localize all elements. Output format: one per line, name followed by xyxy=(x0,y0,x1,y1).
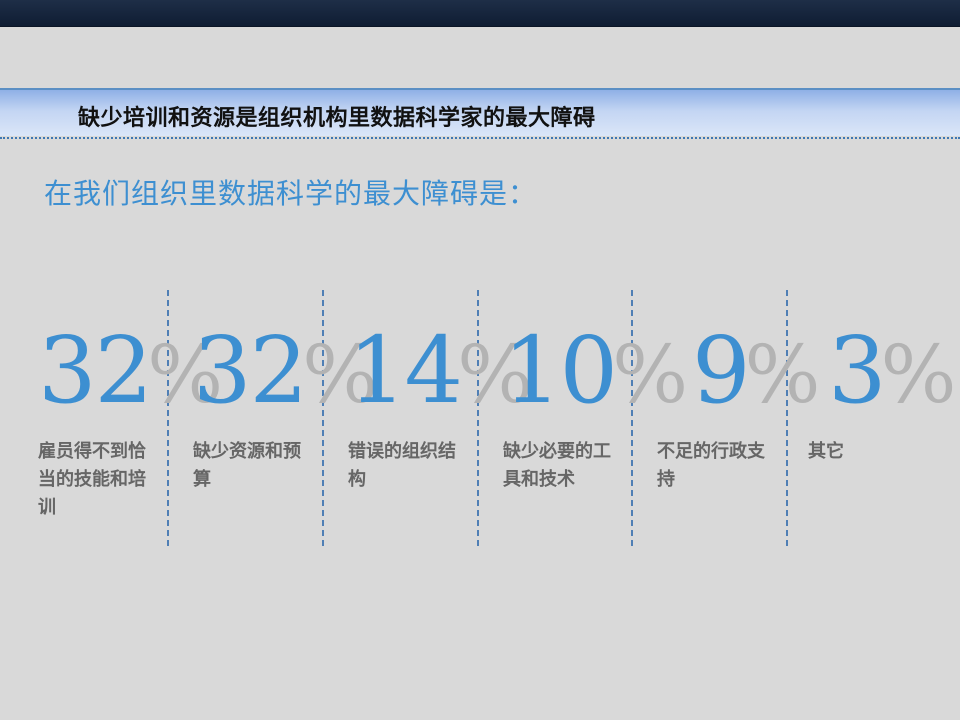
stat-label: 缺少资源和预算 xyxy=(193,441,301,490)
stat-label: 不足的行政支持 xyxy=(657,441,765,490)
title-band-dotted-line xyxy=(0,137,960,139)
stat-other: 3% xyxy=(828,316,957,426)
stat-value: 9 xyxy=(692,317,751,424)
percent-sign: % xyxy=(744,328,821,421)
slide-subtitle: 在我们组织里数据科学的最大障碍是： xyxy=(44,177,538,210)
slide-title: 缺少培训和资源是组织机构里数据科学家的最大障碍 xyxy=(78,106,596,131)
stat-value: 32 xyxy=(38,317,153,424)
top-bar xyxy=(0,0,960,27)
stat-label: 其它 xyxy=(808,441,844,462)
percent-sign: % xyxy=(880,328,957,421)
stat-value: 10 xyxy=(503,317,618,424)
stat-label: 错误的组织结构 xyxy=(348,441,456,490)
stat-tools-tech: 10% xyxy=(503,316,688,426)
stat-label: 缺少必要的工具和技术 xyxy=(503,441,611,490)
stat-value: 3 xyxy=(828,317,887,424)
stat-exec-support: 9% xyxy=(692,316,821,426)
percent-sign: % xyxy=(612,328,689,421)
stat-label: 雇员得不到恰当的技能和培训 xyxy=(38,441,146,518)
stat-value: 32 xyxy=(193,317,308,424)
stat-value: 14 xyxy=(348,317,463,424)
